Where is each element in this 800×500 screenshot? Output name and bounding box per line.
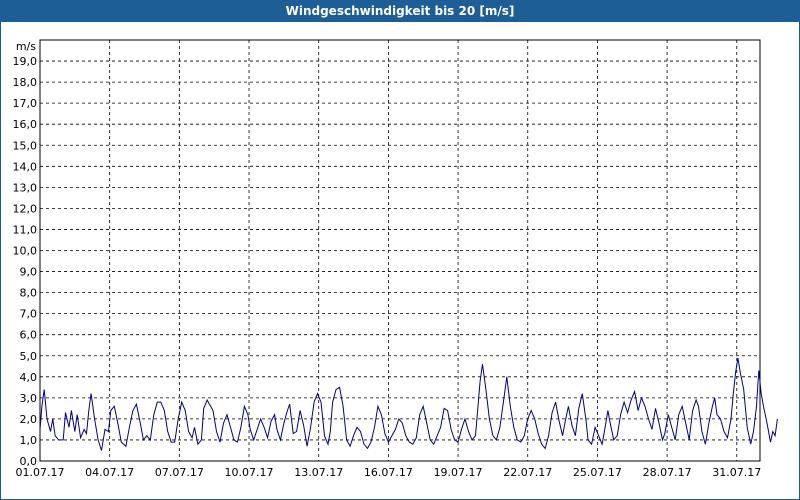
x-axis-ticks: 01.07.17 04.07.17 07.07.17 10.07.17 13.07.17… bbox=[16, 466, 762, 479]
y-tick-label: 11,0 bbox=[13, 223, 38, 236]
x-tick-label: 10.07.17 bbox=[225, 466, 274, 479]
y-tick-label: 9,0 bbox=[20, 266, 38, 279]
y-tick-label: 7,0 bbox=[20, 308, 38, 321]
x-tick-label: 01.07.17 bbox=[16, 466, 65, 479]
x-tick-label: 31.07.17 bbox=[712, 466, 761, 479]
x-tick-label: 28.07.17 bbox=[643, 466, 692, 479]
y-tick-label: 12,0 bbox=[13, 202, 38, 215]
y-tick-label: 6,0 bbox=[20, 329, 38, 342]
x-tick-label: 07.07.17 bbox=[155, 466, 204, 479]
y-tick-label: 3,0 bbox=[20, 392, 38, 405]
chart-plot: 0,01,02,03,04,05,06,07,08,09,010,011,012… bbox=[13, 39, 778, 479]
y-tick-label: 4,0 bbox=[20, 371, 38, 384]
y-tick-label: 16,0 bbox=[13, 118, 38, 131]
y-tick-label: 14,0 bbox=[13, 160, 38, 173]
y-tick-label: 18,0 bbox=[13, 76, 38, 89]
y-tick-label: 5,0 bbox=[20, 350, 38, 363]
y-tick-label: 13,0 bbox=[13, 181, 38, 194]
x-tick-label: 19.07.17 bbox=[434, 466, 483, 479]
y-tick-label: 8,0 bbox=[20, 287, 38, 300]
x-tick-label: 13.07.17 bbox=[294, 466, 343, 479]
x-tick-label: 16.07.17 bbox=[364, 466, 413, 479]
y-tick-label: 17,0 bbox=[13, 97, 38, 110]
y-tick-label: 10,0 bbox=[13, 245, 38, 258]
y-tick-label: 2,0 bbox=[20, 413, 38, 426]
grid bbox=[40, 40, 760, 461]
x-tick-label: 25.07.17 bbox=[573, 466, 622, 479]
y-axis-ticks: 0,01,02,03,04,05,06,07,08,09,010,011,012… bbox=[13, 55, 38, 468]
y-tick-label: 1,0 bbox=[20, 434, 38, 447]
y-axis-label: m/s bbox=[16, 40, 36, 53]
y-tick-label: 19,0 bbox=[13, 55, 38, 68]
x-tick-label: 04.07.17 bbox=[85, 466, 134, 479]
y-tick-label: 15,0 bbox=[13, 139, 38, 152]
x-tick-label: 22.07.17 bbox=[503, 466, 552, 479]
